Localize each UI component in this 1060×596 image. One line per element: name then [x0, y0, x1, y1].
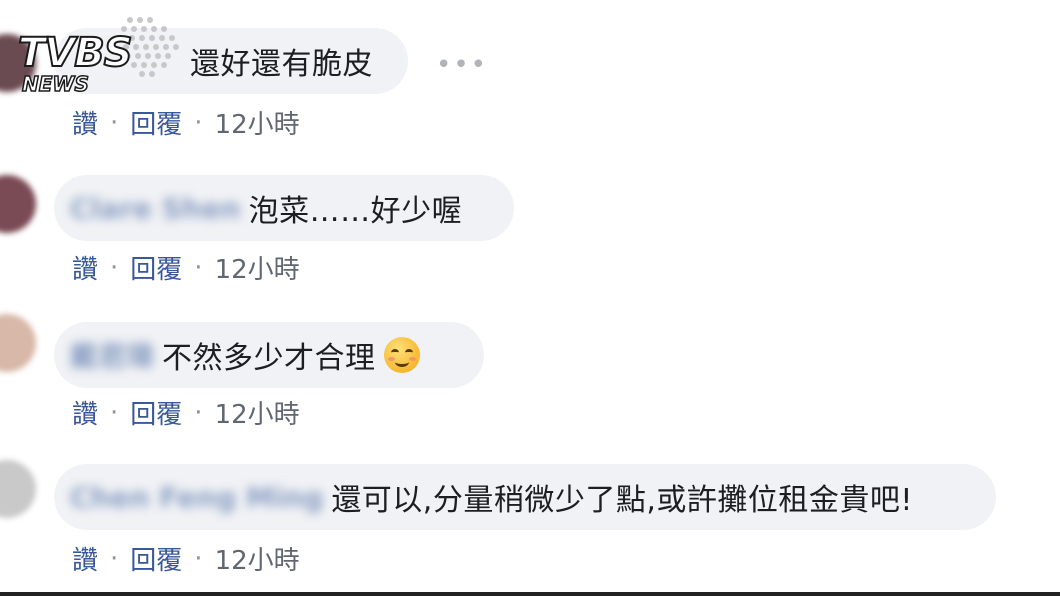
avatar[interactable] [0, 314, 36, 372]
comment-actions: 讚 · 回覆 · 12小時 [72, 104, 300, 141]
comment-timestamp[interactable]: 12小時 [215, 249, 300, 286]
comment-text: 泡菜……好少喔 [248, 194, 463, 229]
avatar[interactable] [0, 175, 36, 233]
like-link[interactable]: 讚 [72, 249, 98, 286]
comment-timestamp[interactable]: 12小時 [215, 540, 300, 577]
separator-dot: · [194, 397, 203, 428]
comment-item: 戴君瑋 不然多少才合理 讚 · 回覆 · 12小時 [0, 290, 1060, 430]
comment-item: Chen Feng Ming 還可以,分量稍微少了點,或許攤位租金貴吧! 讚 ·… [0, 436, 1060, 576]
separator-dot: · [194, 252, 203, 283]
smiling-face-emoji [383, 337, 420, 373]
logo-brand-text: TVBS [17, 29, 134, 77]
comment-text: 還好還有脆皮 [190, 47, 373, 82]
ellipsis-icon[interactable]: ••• [436, 50, 488, 80]
separator-dot: · [110, 252, 119, 283]
tvbs-news-logo: TVBS NEWS [17, 14, 179, 97]
reply-link[interactable]: 回覆 [130, 249, 182, 286]
comment-timestamp[interactable]: 12小時 [215, 104, 300, 141]
separator-dot: · [194, 543, 203, 574]
reply-link[interactable]: 回覆 [130, 540, 182, 577]
like-link[interactable]: 讚 [72, 394, 98, 431]
avatar[interactable] [0, 460, 36, 518]
comment-actions: 讚 · 回覆 · 12小時 [72, 249, 300, 286]
comment-text: 還可以,分量稍微少了點,或許攤位租金貴吧! [331, 483, 913, 518]
separator-dot: · [194, 107, 203, 138]
comment-bubble: Clare Shen 泡菜……好少喔 [54, 175, 514, 241]
bottom-border [0, 592, 1060, 596]
comment-actions: 讚 · 回覆 · 12小時 [72, 540, 300, 577]
comment-bubble: 戴君瑋 不然多少才合理 [54, 322, 484, 388]
comment-author[interactable]: Chen Feng Ming [54, 481, 331, 514]
comment-actions: 讚 · 回覆 · 12小時 [72, 394, 300, 431]
comment-item: Clare Shen 泡菜……好少喔 讚 · 回覆 · 12小時 [0, 145, 1060, 285]
logo-sub-text: NEWS [21, 71, 89, 97]
like-link[interactable]: 讚 [72, 104, 98, 141]
comment-text: 不然多少才合理 [162, 341, 376, 376]
comment-bubble: Chen Feng Ming 還可以,分量稍微少了點,或許攤位租金貴吧! [54, 464, 996, 530]
separator-dot: · [110, 397, 119, 428]
reply-link[interactable]: 回覆 [130, 394, 182, 431]
comment-author[interactable]: Clare Shen [54, 192, 249, 225]
separator-dot: · [110, 107, 119, 138]
like-link[interactable]: 讚 [72, 540, 98, 577]
comment-timestamp[interactable]: 12小時 [215, 394, 300, 431]
comment-author[interactable]: 戴君瑋 [54, 335, 162, 375]
separator-dot: · [110, 543, 119, 574]
reply-link[interactable]: 回覆 [130, 104, 182, 141]
